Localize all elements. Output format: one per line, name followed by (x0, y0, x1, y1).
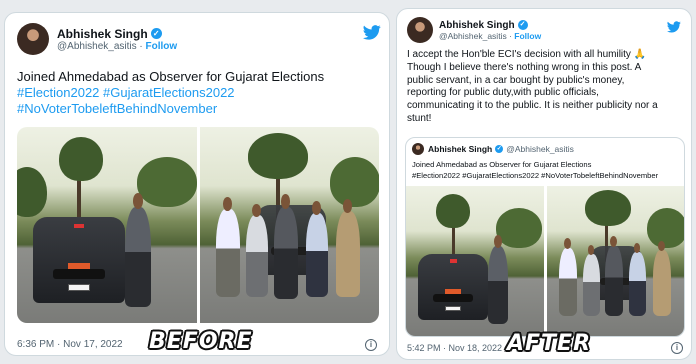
tweet-line: communicating it to the public. It is ne… (407, 100, 658, 112)
verified-badge-icon: ✓ (150, 28, 162, 39)
tweet-body: Joined Ahmedabad as Observer for Gujarat… (17, 69, 324, 117)
hashtag-line[interactable]: #Election2022 #GujaratElections2022 (17, 85, 324, 101)
follow-button[interactable]: Follow (514, 31, 541, 41)
quoted-author-name: Abhishek Singh (428, 144, 493, 154)
tweet-body: I accept the Hon'ble ECI's decision with… (407, 49, 658, 126)
hashtag-line[interactable]: #NoVoterTobeleftBehindNovember (17, 101, 324, 117)
author-handle[interactable]: @Abhishek_asitis (57, 41, 137, 52)
tweet-header: Abhishek Singh ✓ @Abhishek_asitis · Foll… (407, 17, 541, 43)
tweet-before-card: Abhishek Singh ✓ @Abhishek_asitis · Foll… (4, 12, 390, 356)
tweet-line: Though I believe there's nothing wrong i… (407, 61, 642, 73)
verified-badge-icon: ✓ (495, 145, 504, 153)
twitter-bird-icon[interactable] (667, 21, 681, 33)
quoted-line: Joined Ahmedabad as Observer for Gujarat… (412, 160, 592, 169)
after-stamp: AFTER (507, 331, 592, 356)
before-stamp: BEFORE (149, 329, 253, 354)
tweet-line: I accept the Hon'ble ECI's decision with… (407, 49, 647, 60)
quoted-tweet[interactable]: Abhishek Singh ✓ @Abhishek_asitis Joined… (405, 137, 685, 337)
quoted-author-handle: @Abhishek_asitis (506, 144, 574, 154)
avatar (412, 143, 424, 155)
follow-button[interactable]: Follow (146, 41, 178, 52)
photo-group[interactable] (199, 127, 379, 323)
twitter-bird-icon[interactable] (363, 25, 381, 40)
author-name[interactable]: Abhishek Singh (57, 27, 148, 41)
photo-car[interactable] (406, 186, 544, 336)
avatar[interactable] (407, 17, 433, 43)
tweet-timestamp[interactable]: 5:42 PM · Nov 18, 2022 (407, 343, 502, 353)
photo-group[interactable] (546, 186, 684, 336)
info-icon[interactable]: i (365, 339, 377, 351)
tweet-line: stunt! (407, 112, 432, 124)
tweet-line: public servant, in a car bought by publi… (407, 74, 625, 86)
info-icon[interactable]: i (671, 342, 683, 354)
tweet-photos[interactable] (17, 127, 379, 323)
author-name[interactable]: Abhishek Singh (439, 20, 515, 31)
tweet-line: Joined Ahmedabad as Observer for Gujarat… (17, 69, 325, 84)
quoted-photos[interactable] (406, 186, 684, 336)
tweet-line: reporting for public duty,with public of… (407, 87, 599, 99)
quoted-body: Joined Ahmedabad as Observer for Gujarat… (412, 160, 658, 181)
photo-car[interactable] (17, 127, 197, 323)
verified-badge-icon: ✓ (517, 20, 528, 30)
avatar[interactable] (17, 23, 49, 55)
quoted-hashtags: #Election2022 #GujaratElections2022 #NoV… (412, 170, 659, 180)
tweet-timestamp[interactable]: 6:36 PM · Nov 17, 2022 (17, 339, 123, 350)
tweet-header: Abhishek Singh ✓ @Abhishek_asitis · Foll… (17, 23, 177, 55)
tweet-after-card: Abhishek Singh ✓ @Abhishek_asitis · Foll… (396, 8, 692, 360)
author-handle[interactable]: @Abhishek_asitis (439, 31, 507, 41)
